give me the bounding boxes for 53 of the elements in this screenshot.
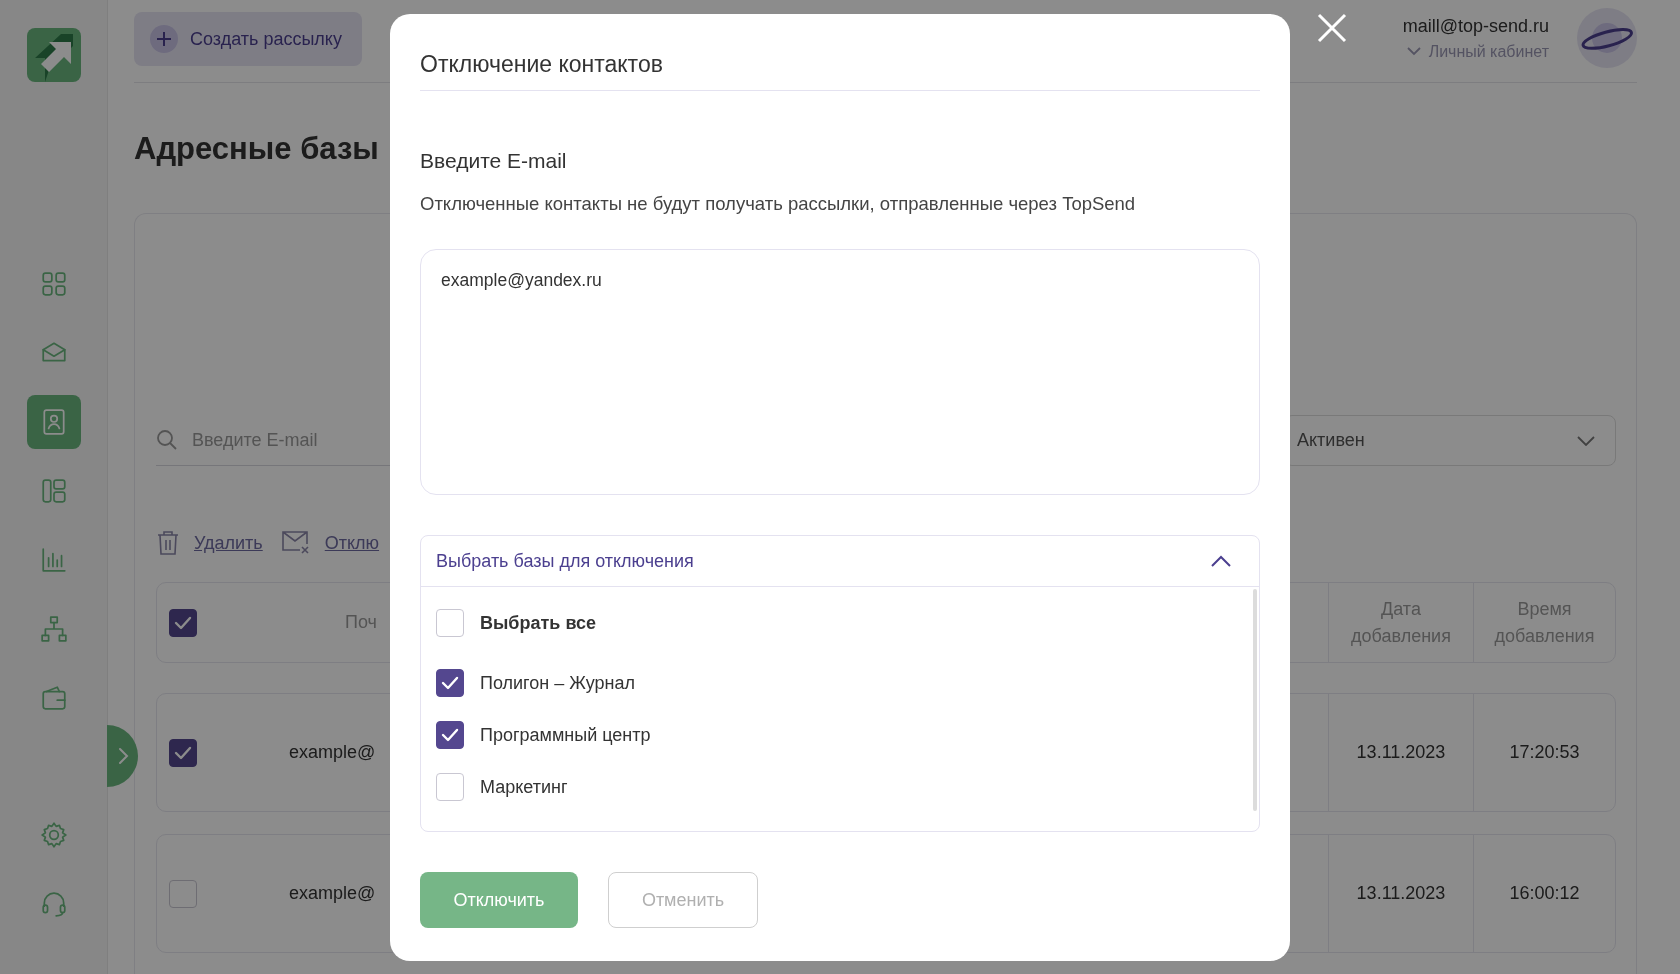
table-cell: example@	[289, 883, 376, 904]
account-email: maill@top-send.ru	[1402, 15, 1549, 37]
table-cell: 13.11.2023	[1356, 742, 1446, 763]
account-link[interactable]: Личный кабинет	[1406, 42, 1549, 61]
column-header: Дата добавления	[1350, 597, 1452, 648]
chevron-down-icon	[1577, 435, 1595, 446]
hint-text: Отключенные контакты не будут получать рассылки, отправленные через TopSend	[420, 193, 1137, 216]
checkbox[interactable]	[436, 669, 464, 697]
table-cell: 17:20:53	[1509, 742, 1580, 763]
scrollbar[interactable]	[1253, 589, 1257, 811]
email-input-field[interactable]: example@yandex.ru	[420, 249, 1260, 495]
envelope-cross-icon	[280, 530, 311, 556]
checkbox[interactable]	[436, 721, 464, 749]
checkmark-icon	[441, 676, 459, 690]
select-all-checkbox[interactable]	[169, 608, 197, 637]
option-label[interactable]: Выбрать все	[480, 612, 596, 634]
option-label[interactable]: Программный центр	[480, 724, 651, 746]
cancel-button[interactable]: Отменить	[608, 872, 758, 928]
delete-link[interactable]: Удалить	[194, 532, 263, 554]
column-header: Время добавления	[1493, 597, 1596, 648]
table-cell: 16:00:12	[1509, 883, 1580, 904]
nav-item[interactable]	[26, 395, 81, 449]
wallet-icon	[39, 684, 68, 712]
checkmark-icon	[174, 615, 192, 630]
dropdown-header[interactable]: Выбрать базы для отключения	[421, 536, 1259, 587]
option-label[interactable]: Маркетинг	[480, 776, 568, 798]
hierarchy-icon	[39, 615, 68, 643]
planet-avatar-icon[interactable]	[1577, 8, 1637, 68]
table-cell: 13.11.2023	[1356, 883, 1446, 904]
plus-icon	[150, 25, 178, 53]
table-cell: example@	[289, 742, 376, 763]
create-mailing-button[interactable]: Создать рассылку	[134, 12, 362, 66]
page-title: Адресные базы	[134, 131, 379, 167]
disable-button[interactable]: Отключить	[420, 872, 578, 928]
disable-link[interactable]: Отклю	[324, 532, 380, 554]
modal-title: Отключение контактов	[420, 14, 1260, 91]
settings-icon	[39, 821, 68, 849]
chevron-right-icon	[116, 747, 129, 765]
search-icon	[156, 429, 178, 451]
trash-icon	[156, 530, 180, 556]
field-label: Введите E-mail	[420, 149, 568, 174]
grid-icon	[39, 270, 68, 298]
row-checkbox[interactable]	[169, 738, 197, 767]
checkmark-icon	[441, 728, 459, 742]
close-button[interactable]	[1316, 12, 1348, 44]
option-label[interactable]: Полигон – Журнал	[480, 672, 635, 694]
logo-icon[interactable]	[26, 28, 81, 82]
headset-icon	[39, 890, 68, 918]
layout-icon	[39, 477, 68, 505]
chevron-down-icon	[1406, 47, 1421, 56]
column-header: Поч	[345, 612, 377, 633]
checkmark-icon	[174, 745, 192, 760]
bar-chart-icon	[39, 546, 68, 574]
